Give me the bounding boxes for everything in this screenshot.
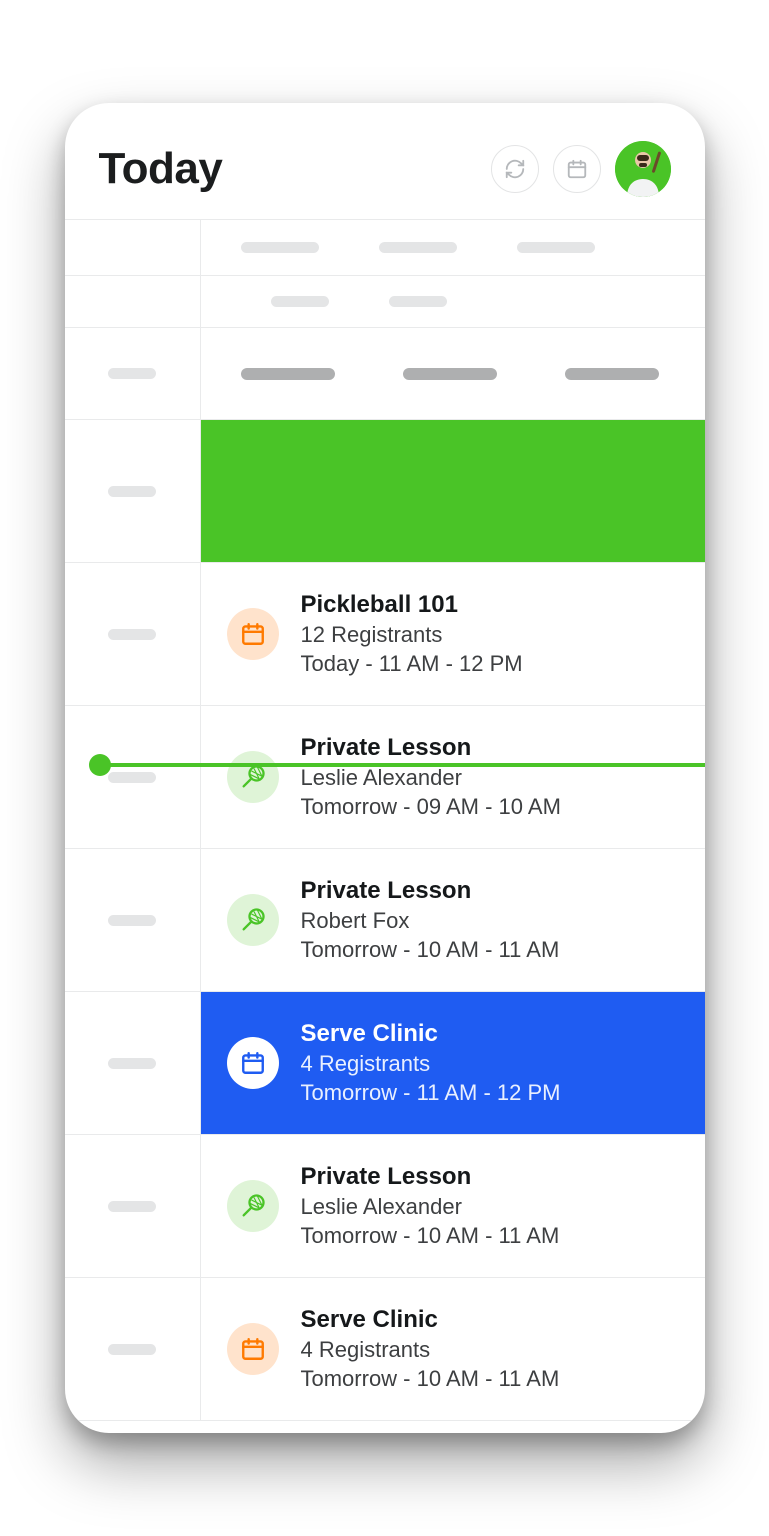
calendar-icon: [227, 1323, 279, 1375]
event-subtitle: 4 Registrants: [301, 1051, 561, 1077]
event-title: Private Lesson: [301, 734, 561, 762]
event-time: Tomorrow - 10 AM - 11 AM: [301, 1366, 560, 1392]
event-row[interactable]: Private Lesson Robert Fox Tomorrow - 10 …: [65, 849, 705, 992]
now-indicator-dot: [89, 754, 111, 776]
event-title: Serve Clinic: [301, 1306, 560, 1334]
event-row[interactable]: Private Lesson Leslie Alexander Tomorrow…: [65, 1135, 705, 1278]
header-actions: [491, 141, 671, 197]
event-time: Today - 11 AM - 12 PM: [301, 651, 523, 677]
time-col: [65, 563, 201, 705]
event-title: Private Lesson: [301, 877, 560, 905]
time-col: [65, 1278, 201, 1420]
event-subtitle: Leslie Alexander: [301, 765, 561, 791]
event-subtitle: 12 Registrants: [301, 622, 523, 648]
time-col: [65, 1135, 201, 1277]
event-subtitle: Robert Fox: [301, 908, 560, 934]
event-subtitle: Leslie Alexander: [301, 1194, 560, 1220]
time-col: [65, 992, 201, 1134]
sync-icon: [504, 158, 526, 180]
now-indicator-line: [99, 763, 705, 767]
event-title: Serve Clinic: [301, 1020, 561, 1048]
event-time: Tomorrow - 11 AM - 12 PM: [301, 1080, 561, 1106]
event-time: Tomorrow - 09 AM - 10 AM: [301, 794, 561, 820]
avatar[interactable]: [615, 141, 671, 197]
header: Today: [65, 103, 705, 219]
racket-icon: [227, 1180, 279, 1232]
time-col: [65, 849, 201, 991]
event-time: Tomorrow - 10 AM - 11 AM: [301, 1223, 560, 1249]
event-title: Private Lesson: [301, 1163, 560, 1191]
calendar-icon: [566, 158, 588, 180]
event-row[interactable]: Private Lesson Leslie Alexander Tomorrow…: [65, 706, 705, 849]
time-col: [65, 706, 201, 848]
phone-frame: Today: [65, 103, 705, 1433]
event-block-current[interactable]: [201, 420, 705, 562]
calendar-icon: [227, 1037, 279, 1089]
event-time: Tomorrow - 10 AM - 11 AM: [301, 937, 560, 963]
event-title: Pickleball 101: [301, 591, 523, 619]
event-row[interactable]: Serve Clinic 4 Registrants Tomorrow - 10…: [65, 1278, 705, 1421]
event-row[interactable]: Serve Clinic 4 Registrants Tomorrow - 11…: [65, 992, 705, 1135]
avatar-image: [615, 141, 671, 197]
schedule-grid: Pickleball 101 12 Registrants Today - 11…: [65, 219, 705, 1421]
racket-icon: [227, 894, 279, 946]
event-subtitle: 4 Registrants: [301, 1337, 560, 1363]
page-title: Today: [99, 144, 223, 194]
racket-icon: [227, 751, 279, 803]
calendar-icon: [227, 608, 279, 660]
sync-button[interactable]: [491, 145, 539, 193]
calendar-button[interactable]: [553, 145, 601, 193]
event-row[interactable]: Pickleball 101 12 Registrants Today - 11…: [65, 563, 705, 706]
